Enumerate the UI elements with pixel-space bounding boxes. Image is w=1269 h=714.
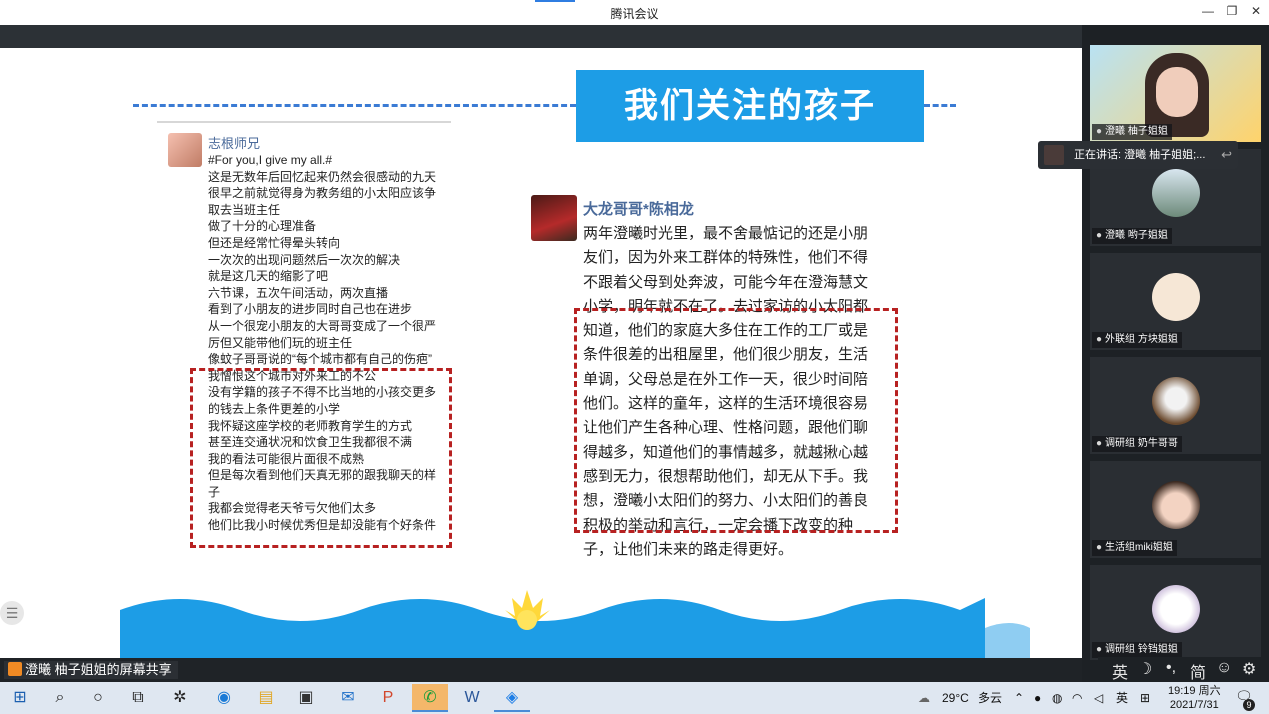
store-icon[interactable]: ▣ xyxy=(288,684,324,712)
post1-line: 看到了小朋友的进步同时自己也在进步 xyxy=(208,302,413,317)
settings-icon[interactable]: ⚙ xyxy=(1242,659,1256,679)
shared-slide: 我们关注的孩子 志根师兄 #For you,I give my all.# 这是… xyxy=(0,48,1082,658)
cortana-icon[interactable]: ○ xyxy=(80,684,116,712)
ime-toolbar: 英 ☽ •, 简 ☺ ⚙ xyxy=(1098,657,1269,682)
participant-label: ● 调研组 铃铛姐姐 xyxy=(1092,642,1182,658)
wave-decoration xyxy=(120,590,1030,658)
weather-temp[interactable]: 29°C xyxy=(942,682,969,714)
post1-line: 六节课，五次午间活动，两次直播 xyxy=(208,285,389,300)
post2-highlight-box xyxy=(574,308,898,533)
post1-line: 做了十分的心理准备 xyxy=(208,219,317,234)
taskbar-ime[interactable]: 英 xyxy=(1116,682,1128,714)
volume-icon[interactable]: ◁ xyxy=(1094,682,1103,714)
participant-label: ● 生活组miki姐姐 xyxy=(1092,540,1177,556)
mic-off-icon: ● xyxy=(1096,644,1103,655)
speaker-avatar xyxy=(1044,145,1064,165)
post1-line: 这是无数年后回忆起来仍然会很感动的九天 xyxy=(208,169,437,184)
post1-line: #For you,I give my all.# xyxy=(208,153,333,167)
dashed-divider-left xyxy=(133,104,576,107)
edge-browser-icon[interactable]: ◉ xyxy=(206,684,242,712)
mic-icon: ● xyxy=(1096,230,1103,241)
weather-text[interactable]: 多云 xyxy=(978,682,1002,714)
post1-highlight-box xyxy=(190,368,452,548)
screen-share-label: 澄曦 柚子姐姐的屏幕共享 xyxy=(4,661,178,679)
post1-author: 志根师兄 xyxy=(208,136,261,151)
post1-line: 很早之前就觉得身为教务组的小太阳应该争取去当班主任 xyxy=(208,186,437,217)
reply-icon[interactable]: ↩ xyxy=(1221,141,1232,169)
window-title: 腾讯会议 xyxy=(610,7,659,21)
moon-icon[interactable]: ☽ xyxy=(1138,659,1152,679)
participant-tile[interactable]: ● 调研组 铃铛姐姐 xyxy=(1090,565,1261,660)
powerpoint-icon[interactable]: P xyxy=(370,684,406,712)
clock[interactable]: 19:19 周六 2021/7/31 xyxy=(1168,684,1221,712)
window-titlebar: 腾讯会议 — ❐ ✕ xyxy=(0,0,1269,25)
post1-line: 从一个很宠小朋友的大哥哥变成了一个很严厉但又能带他们玩的班主任 xyxy=(208,318,437,350)
participant-tile[interactable]: ● 外联组 方块姐姐 xyxy=(1090,253,1261,350)
app-icon[interactable]: ✲ xyxy=(162,684,198,712)
ime-lang-toggle[interactable]: 英 xyxy=(1112,659,1128,683)
punctuation-icon[interactable]: •, xyxy=(1166,659,1176,677)
post1-line: 就是这几天的缩影了吧 xyxy=(208,269,329,284)
task-view-icon[interactable]: ⧉ xyxy=(120,684,156,712)
participant-label: ● 调研组 奶牛哥哥 xyxy=(1092,436,1182,452)
mic-icon: ● xyxy=(1096,126,1103,137)
participant-avatar xyxy=(1152,169,1200,217)
post1-line: 像蚊子哥哥说的“每个城市都有自己的伤疤” xyxy=(208,352,432,367)
post2-line: 子，让他们未来的路走得更好。 xyxy=(583,540,794,558)
tray-expand-icon[interactable]: ⌃ xyxy=(1014,682,1024,714)
restore-button[interactable]: ❐ xyxy=(1222,4,1242,20)
mic-off-icon: ● xyxy=(1096,542,1103,553)
participant-tile[interactable]: ● 生活组miki姐姐 xyxy=(1090,461,1261,558)
post2-avatar xyxy=(531,195,577,241)
speaking-indicator[interactable]: 正在讲话: 澄曦 柚子姐姐;... ↩ xyxy=(1038,141,1238,169)
mic-tray-icon[interactable]: ● xyxy=(1034,682,1041,714)
post2-author: 大龙哥哥*陈相龙 xyxy=(583,201,694,218)
app-tray-icon[interactable]: ◍ xyxy=(1052,682,1062,714)
participant-tile[interactable]: ● 澄曦 柚子姐姐 xyxy=(1090,45,1261,142)
post2-line: 两年澄曦时光里，最不舍最惦记的还是小朋 xyxy=(583,225,869,242)
notification-count: 9 xyxy=(1243,699,1255,711)
dashed-divider-right xyxy=(924,104,956,107)
post2-line: 不跟着父母到处奔波，可能今年在澄海慧文 xyxy=(583,273,869,291)
slide-title-banner: 我们关注的孩子 xyxy=(576,70,924,142)
post1-divider xyxy=(157,121,451,123)
tencent-meeting-icon[interactable]: ◈ xyxy=(494,684,530,712)
minimize-button[interactable]: — xyxy=(1198,4,1218,20)
wechat-icon[interactable]: ✆ xyxy=(412,684,448,712)
word-icon[interactable]: W xyxy=(454,684,490,712)
file-explorer-icon[interactable]: ▤ xyxy=(248,684,284,712)
user-icon xyxy=(8,662,22,676)
participant-avatar xyxy=(1152,481,1200,529)
participant-label: ● 外联组 方块姐姐 xyxy=(1092,332,1182,348)
emoji-icon[interactable]: ☺ xyxy=(1216,659,1232,677)
post2-line: 友们，因为外来工群体的特殊性，他们不得 xyxy=(583,249,869,267)
post1-line: 但还是经常忙得晕头转向 xyxy=(208,235,341,250)
participant-tile[interactable]: ● 调研组 奶牛哥哥 xyxy=(1090,357,1261,454)
close-button[interactable]: ✕ xyxy=(1246,4,1266,20)
participant-avatar xyxy=(1152,377,1200,425)
search-icon[interactable]: ⌕ xyxy=(42,684,78,712)
participant-label: ● 澄曦 柚子姐姐 xyxy=(1092,124,1172,140)
participant-avatar xyxy=(1152,585,1200,633)
ime-grid-icon[interactable]: ⊞ xyxy=(1140,682,1150,714)
participant-panel: ● 澄曦 柚子姐姐 ● 澄曦 哟子姐姐 ● 外联组 方块姐姐 ● 调研组 奶牛哥哥 ● 生… xyxy=(1082,25,1269,682)
mic-off-icon: ● xyxy=(1096,334,1103,345)
slide-menu-icon[interactable]: ☰ xyxy=(0,601,24,625)
cloud-icon: ☁ xyxy=(918,691,930,705)
wifi-icon[interactable]: ◠ xyxy=(1072,682,1082,714)
post1-avatar xyxy=(168,133,202,167)
post1-line: 一次次的出现问题然后一次次的解决 xyxy=(208,252,401,267)
title-accent xyxy=(535,0,575,2)
ime-simplified-toggle[interactable]: 简 xyxy=(1190,659,1206,683)
participant-avatar xyxy=(1152,273,1200,321)
mic-off-icon: ● xyxy=(1096,438,1103,449)
taskbar: ⊞ ⌕ ○ ⧉ ✲ ◉ ▤ ▣ ✉ P ✆ W ◈ ☁ 29°C 多云 ⌃ ● … xyxy=(0,682,1269,714)
mail-icon[interactable]: ✉ xyxy=(330,684,366,712)
participant-label: ● 澄曦 哟子姐姐 xyxy=(1092,228,1172,244)
shared-screen-top-strip xyxy=(0,25,1082,48)
share-status-bar: 澄曦 柚子姐姐的屏幕共享 xyxy=(0,658,1082,682)
participant-face xyxy=(1156,67,1198,117)
windows-start-icon[interactable]: ⊞ xyxy=(2,684,38,712)
